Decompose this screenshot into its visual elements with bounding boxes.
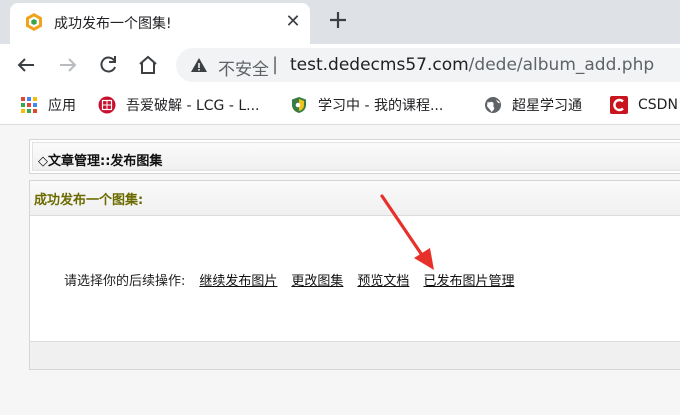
bookmark-csdn[interactable]: CSDN <box>610 94 678 116</box>
manage-images-link[interactable]: 已发布图片管理 <box>423 274 514 289</box>
bookmark-label: 超星学习通 <box>512 98 582 114</box>
continue-publish-link[interactable]: 继续发布图片 <box>199 274 277 289</box>
result-panel: 成功发布一个图集: 请选择你的后续操作: 继续发布图片 更改图集 预览文档 已发布图片管… <box>29 180 680 370</box>
warning-icon[interactable] <box>190 56 208 74</box>
bookmark-apps[interactable]: 应用 <box>20 94 76 116</box>
bookmarks-bar: 应用 吾爱破解 - LCG - L... 学习中 - 我的课程... 超星学习通… <box>0 86 680 125</box>
url-host: test.dedecms57.com <box>290 55 469 75</box>
tab-title: 成功发布一个图集! <box>54 16 172 32</box>
result-panel-footer <box>30 341 680 369</box>
reload-icon[interactable] <box>96 53 120 77</box>
bookmark-course[interactable]: 学习中 - 我的课程... <box>290 94 443 116</box>
shield-course-icon <box>292 97 306 113</box>
bookmark-52pojie[interactable]: 吾爱破解 - LCG - L... <box>98 94 259 116</box>
preview-document-link[interactable]: 预览文档 <box>357 274 409 289</box>
bookmark-label: CSDN <box>638 97 678 113</box>
globe-icon <box>485 97 501 113</box>
bookmark-label: 学习中 - 我的课程... <box>318 98 444 114</box>
url-text[interactable]: test.dedecms57.com/dede/album_add.php <box>290 55 654 75</box>
page-content: ◇文章管理::发布图集 成功发布一个图集: 请选择你的后续操作: 继续发布图片 更改… <box>0 125 680 415</box>
bookmark-chaoxing[interactable]: 超星学习通 <box>484 94 582 116</box>
breadcrumb-header-inner: ◇文章管理::发布图集 <box>32 142 680 171</box>
csdn-icon <box>610 96 628 114</box>
result-panel-header: 成功发布一个图集: <box>30 181 680 216</box>
dedecms-favicon-icon <box>26 13 42 31</box>
security-label[interactable]: 不安全 <box>218 55 269 80</box>
result-title: 成功发布一个图集: <box>34 193 144 208</box>
52pojie-icon <box>98 96 116 114</box>
apps-grid-icon <box>21 97 37 113</box>
action-row: 请选择你的后续操作: 继续发布图片 更改图集 预览文档 已发布图片管理 <box>64 270 514 289</box>
page-title: ◇文章管理::发布图集 <box>38 154 163 169</box>
address-separator: | <box>272 54 279 75</box>
back-icon[interactable] <box>14 53 38 77</box>
bookmark-label: 吾爱破解 - LCG - L... <box>126 98 260 114</box>
close-tab-icon[interactable]: ✕ <box>282 11 304 33</box>
bookmark-label: 应用 <box>48 98 76 114</box>
home-icon[interactable] <box>136 53 160 77</box>
address-bar[interactable]: 不安全 | test.dedecms57.com/dede/album_add.… <box>176 48 680 82</box>
url-path: /dede/album_add.php <box>468 55 655 75</box>
browser-toolbar: 不安全 | test.dedecms57.com/dede/album_add.… <box>0 44 680 86</box>
browser-tab[interactable]: 成功发布一个图集! ✕ <box>10 3 310 44</box>
new-tab-icon[interactable] <box>326 8 350 32</box>
forward-icon[interactable] <box>56 53 80 77</box>
tab-strip: 成功发布一个图集! ✕ <box>0 0 680 44</box>
action-prompt: 请选择你的后续操作: <box>64 274 186 289</box>
edit-album-link[interactable]: 更改图集 <box>291 274 343 289</box>
breadcrumb-header: ◇文章管理::发布图集 <box>29 139 680 174</box>
